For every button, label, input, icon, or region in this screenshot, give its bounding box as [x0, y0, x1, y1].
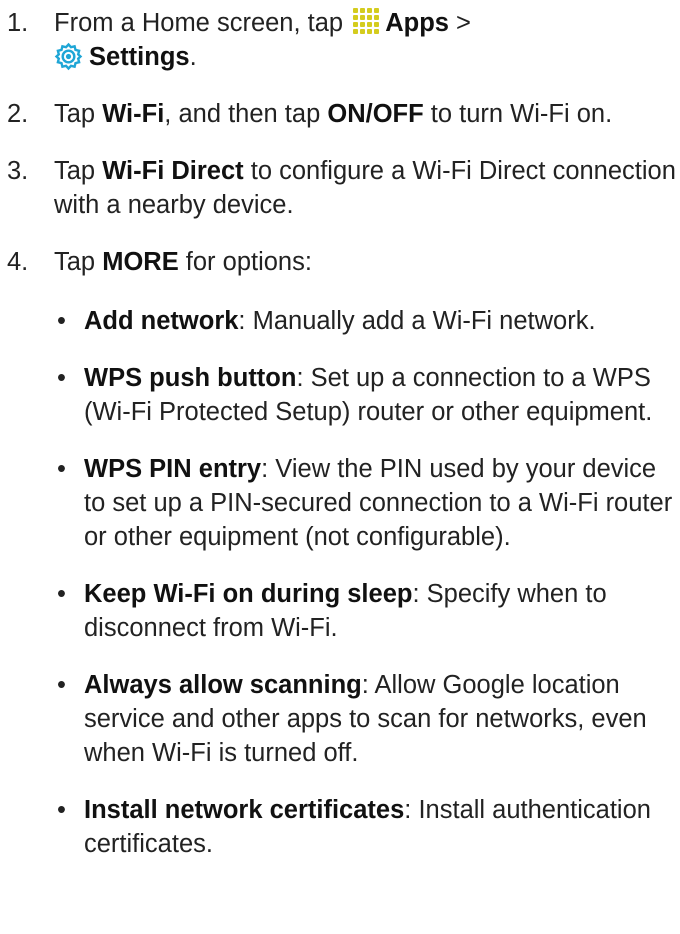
wifi-label: Wi-Fi [102, 100, 165, 128]
step-4: 4. Tap MORE for options: • Add network: M… [0, 245, 680, 861]
settings-gear-icon [54, 42, 83, 71]
option-always-allow-scanning: • Always allow scanning: Allow Google loc… [54, 668, 680, 770]
option-name: Keep Wi-Fi on during sleep [84, 580, 413, 608]
bullet: • [57, 580, 66, 608]
step-number: 4. [7, 248, 29, 276]
step-text: Tap MORE for options: [54, 248, 312, 276]
option-name: WPS PIN entry [84, 455, 262, 483]
option-name: Install network certificates [84, 796, 405, 824]
apps-grid-icon [352, 7, 381, 36]
option-wps-pin-entry: • WPS PIN entry: View the PIN used by you… [54, 452, 680, 554]
apps-label: Apps [385, 9, 449, 37]
instruction-document: 1. From a Home screen, tap Apps > Setting… [0, 0, 680, 861]
step-text: From a Home screen, tap Apps > Settings. [54, 7, 471, 71]
step-1: 1. From a Home screen, tap Apps > Setting… [0, 6, 680, 74]
more-label: MORE [102, 248, 179, 276]
step-3: 3. Tap Wi-Fi Direct to configure a Wi-Fi… [0, 154, 680, 222]
option-add-network: • Add network: Manually add a Wi-Fi netwo… [54, 304, 680, 338]
bullet: • [57, 455, 66, 483]
bullet: • [57, 307, 66, 335]
wifi-direct-label: Wi-Fi Direct [102, 157, 244, 185]
bullet: • [57, 671, 66, 699]
option-name: Always allow scanning [84, 671, 362, 699]
option-install-certificates: • Install network certificates: Install a… [54, 793, 680, 861]
bullet: • [57, 796, 66, 824]
option-wps-push-button: • WPS push button: Set up a connection to… [54, 361, 680, 429]
option-keep-wifi-on: • Keep Wi-Fi on during sleep: Specify whe… [54, 577, 680, 645]
on-off-label: ON/OFF [327, 100, 424, 128]
option-name: WPS push button [84, 364, 297, 392]
step-number: 2. [7, 100, 29, 128]
step-number: 1. [7, 9, 29, 37]
step-text: Tap Wi-Fi Direct to configure a Wi-Fi Di… [54, 157, 676, 219]
step-text: Tap Wi-Fi, and then tap ON/OFF to turn W… [54, 100, 613, 128]
step-number: 3. [7, 157, 29, 185]
settings-label: Settings [89, 43, 190, 71]
step-2: 2. Tap Wi-Fi, and then tap ON/OFF to tur… [0, 97, 680, 131]
bullet: • [57, 364, 66, 392]
options-list: • Add network: Manually add a Wi-Fi netwo… [54, 304, 680, 861]
option-desc: : Manually add a Wi-Fi network. [238, 307, 596, 335]
option-name: Add network [84, 307, 239, 335]
